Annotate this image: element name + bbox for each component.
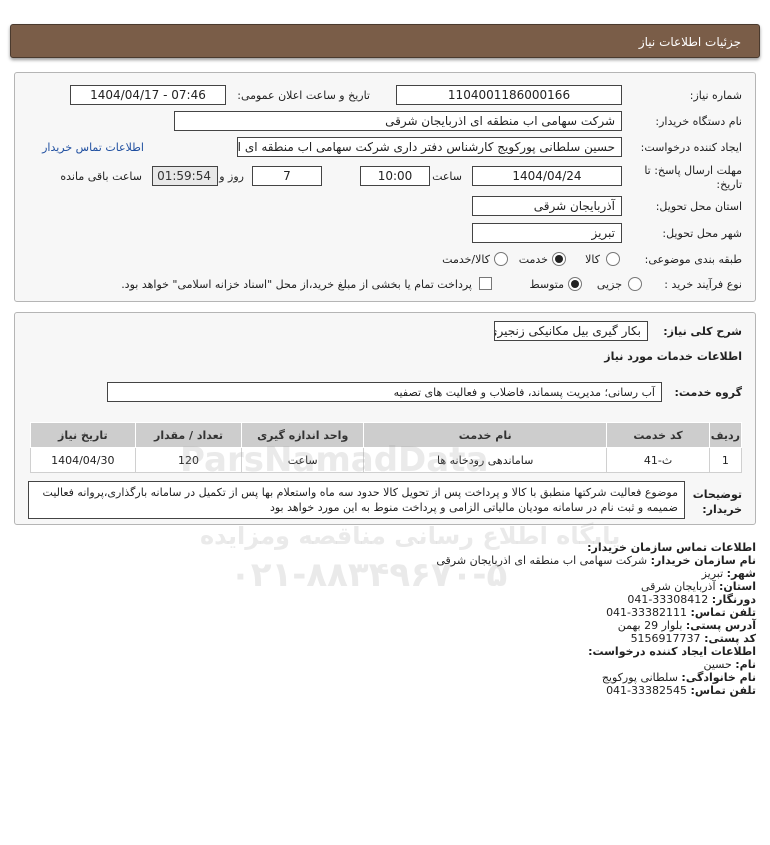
- buyer-label: نام دستگاه خریدار:: [655, 115, 742, 128]
- province-field[interactable]: آذربایجان شرقی: [472, 196, 622, 216]
- services-table-header: ردیف کد خدمت نام خدمت واحد اندازه گیری ت…: [30, 422, 743, 448]
- city-field[interactable]: تبریز: [472, 223, 622, 243]
- org-postal-line: کد پستی: 5156917737: [630, 632, 756, 645]
- service-group-field[interactable]: آب رسانی؛ مدیریت پسماند، فاضلاب و فعالیت…: [107, 382, 662, 402]
- col-service-code: کد خدمت: [606, 422, 710, 448]
- table-row[interactable]: 1 ث-41 ساماندهی رودخانه ها ساعت 120 1404…: [30, 447, 743, 473]
- services-table: ردیف کد خدمت نام خدمت واحد اندازه گیری ت…: [30, 422, 743, 473]
- announce-datetime-field[interactable]: 1404/04/17 - 07:46: [70, 85, 226, 105]
- creator-contact-heading: اطلاعات ایجاد کننده درخواست:: [588, 645, 756, 658]
- page-title-bar: جزئیات اطلاعات نیاز: [10, 24, 760, 58]
- creator-last-name-line: نام خانوادگی: سلطانی پورکویج: [601, 671, 756, 684]
- creator-first-name-line: نام: حسین: [703, 658, 756, 671]
- treasury-payment-checkbox[interactable]: [479, 277, 492, 290]
- creator-label: ایجاد کننده درخواست:: [640, 141, 742, 154]
- deadline-label: مهلت ارسال پاسخ: تا تاریخ:: [644, 164, 742, 191]
- col-service-name: نام خدمت: [363, 422, 608, 448]
- col-unit: واحد اندازه گیری: [241, 422, 365, 448]
- need-number-field[interactable]: 1104001186000166: [396, 85, 622, 105]
- remaining-label: ساعت باقی مانده: [60, 170, 142, 183]
- creator-field[interactable]: حسین سلطانی پورکویج کارشناس دفتر داری شر…: [237, 137, 622, 157]
- category-label: طبقه بندی موضوعی:: [644, 253, 742, 266]
- process-label: نوع فرآیند خرید :: [664, 278, 742, 291]
- col-need-date: تاریخ نیاز: [30, 422, 136, 448]
- cell-need-date: 1404/04/30: [30, 447, 136, 473]
- service-group-label: گروه خدمت:: [674, 386, 742, 399]
- deadline-date-field[interactable]: 1404/04/24: [472, 166, 622, 186]
- process-option-medium: متوسط: [529, 278, 564, 291]
- buyer-notes-label: توضیحات خریدار:: [692, 488, 742, 516]
- need-summary-field[interactable]: بکار گیری بیل مکانیکی زنجیری: [494, 321, 648, 341]
- days-label: روز و: [219, 170, 244, 183]
- announce-label: تاریخ و ساعت اعلان عمومی:: [237, 89, 370, 102]
- remaining-time-field: 01:59:54: [152, 166, 218, 186]
- org-province-line: استان: آذربایجان شرقی: [641, 580, 756, 593]
- treasury-payment-note: پرداخت تمام یا بخشی از مبلغ خرید،از محل …: [121, 278, 472, 291]
- col-row-number: ردیف: [708, 422, 743, 448]
- cell-quantity: 120: [134, 447, 243, 473]
- cell-row-number: 1: [708, 447, 743, 473]
- col-quantity: تعداد / مقدار: [134, 422, 243, 448]
- org-phone-line: تلفن تماس: 041-33382111: [606, 606, 756, 619]
- cell-service-code: ث-41: [606, 447, 710, 473]
- category-radio-goods[interactable]: [606, 252, 620, 266]
- buyer-contact-link[interactable]: اطلاعات تماس خریدار: [42, 141, 144, 154]
- org-contact-heading: اطلاعات تماس سازمان خریدار:: [587, 541, 756, 554]
- buyer-notes-field[interactable]: موضوع فعالیت شرکتها منطبق با کالا و پردا…: [28, 481, 685, 519]
- process-radio-medium[interactable]: [568, 277, 582, 291]
- cell-unit: ساعت: [241, 447, 365, 473]
- cell-service-name: ساماندهی رودخانه ها: [363, 447, 608, 473]
- deadline-time-field[interactable]: 10:00: [360, 166, 430, 186]
- process-option-minor: جزیی: [596, 278, 622, 291]
- services-heading: اطلاعات خدمات مورد نیاز: [604, 350, 742, 363]
- days-field[interactable]: 7: [252, 166, 322, 186]
- category-option-goods: کالا: [585, 253, 600, 266]
- org-name-line: نام سازمان خریدار: شرکت سهامی اب منطقه ا…: [436, 554, 756, 567]
- deadline-time-label: ساعت: [432, 170, 462, 183]
- need-number-label: شماره نیاز:: [689, 89, 742, 102]
- category-radio-goods-service[interactable]: [494, 252, 508, 266]
- buyer-field[interactable]: شرکت سهامی اب منطقه ای اذربایجان شرقی: [174, 111, 622, 131]
- org-address-line: آدرس پستی: بلوار 29 بهمن: [617, 619, 756, 632]
- page-title: جزئیات اطلاعات نیاز: [638, 35, 741, 49]
- city-label: شهر محل تحویل:: [662, 227, 742, 240]
- category-option-service: خدمت: [518, 253, 548, 266]
- org-city-line: شهر: تبریز: [701, 567, 756, 580]
- org-fax-line: دورنگار: 041-33308412: [627, 593, 756, 606]
- creator-phone-line: تلفن تماس: 041-33382545: [606, 684, 756, 697]
- category-radio-service[interactable]: [552, 252, 566, 266]
- category-option-goods-service: کالا/خدمت: [442, 253, 490, 266]
- process-radio-minor[interactable]: [628, 277, 642, 291]
- need-summary-label: شرح کلی نیاز:: [663, 325, 742, 338]
- province-label: استان محل تحویل:: [655, 200, 742, 213]
